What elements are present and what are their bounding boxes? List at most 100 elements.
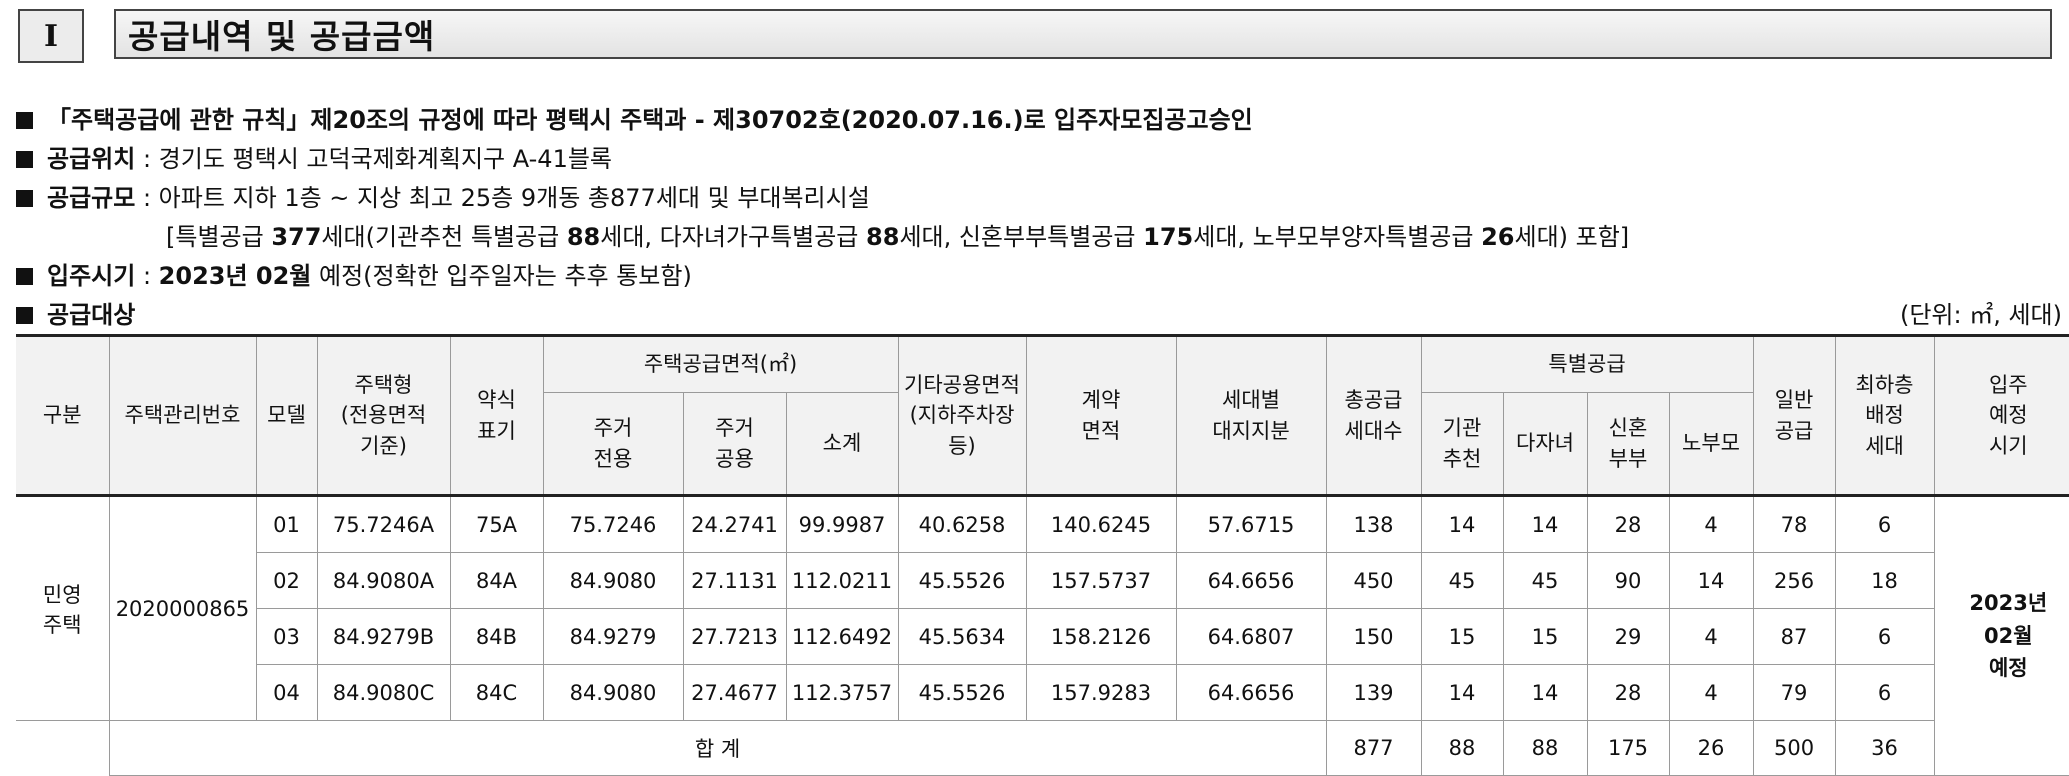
- scale-line: 공급규모 : 아파트 지하 1층 ~ 지상 최고 25층 9개동 총877세대 …: [16, 179, 2062, 218]
- cell-model: 04: [256, 664, 318, 721]
- square-bullet-icon: [16, 268, 33, 285]
- total-multi: 88: [1502, 720, 1588, 776]
- cell-elderly: 4: [1668, 494, 1754, 553]
- cell-subtotal: 112.6492: [785, 608, 899, 665]
- cell-abbr: 84A: [449, 552, 544, 609]
- move-in-cell: 2023년 02월 예정: [1933, 494, 2069, 776]
- cell-lowest: 6: [1834, 608, 1935, 665]
- cell-land: 57.6715: [1175, 494, 1327, 553]
- cell-lowest: 18: [1834, 552, 1935, 609]
- header-other-area: 기타공용면적 (지하주차장등): [897, 334, 1027, 496]
- cell-other: 45.5526: [897, 552, 1027, 609]
- cell-newlywed: 90: [1586, 552, 1670, 609]
- cell-contract: 140.6245: [1025, 494, 1177, 553]
- cell-abbr: 84C: [449, 664, 544, 721]
- header-category: 구분: [16, 334, 110, 496]
- target-line: 공급대상 (단위: ㎡, 세대): [16, 296, 2062, 335]
- location-line: 공급위치 : 경기도 평택시 고덕국제화계획지구 A-41블록: [16, 140, 2062, 179]
- category-cell: 민영 주택: [16, 494, 110, 721]
- header-elderly: 노부모: [1668, 392, 1754, 496]
- header-mgmt-no: 주택관리번호: [108, 334, 257, 496]
- cell-other: 40.6258: [897, 494, 1027, 553]
- unit-note: (단위: ㎡, 세대): [1899, 301, 2062, 329]
- cell-land: 64.6656: [1175, 664, 1327, 721]
- cell-general: 256: [1752, 552, 1836, 609]
- cell-type: 84.9279B: [316, 608, 451, 665]
- cell-multi: 14: [1502, 494, 1588, 553]
- cell-type: 84.9080C: [316, 664, 451, 721]
- cell-total: 138: [1325, 494, 1422, 553]
- cell-contract: 157.5737: [1025, 552, 1177, 609]
- approval-line: 「주택공급에 관한 규칙」제20조의 규정에 따라 평택시 주택과 - 제307…: [16, 101, 2062, 140]
- cell-general: 78: [1752, 494, 1836, 553]
- section-numeral: I: [18, 9, 84, 63]
- mgmt-no-cell: 2020000865: [108, 494, 257, 721]
- cell-elderly: 4: [1668, 664, 1754, 721]
- cell-type: 75.7246A: [316, 494, 451, 553]
- cell-model: 03: [256, 608, 318, 665]
- cell-newlywed: 28: [1586, 494, 1670, 553]
- header-newlywed: 신혼 부부: [1586, 392, 1670, 496]
- header-abbr: 약식 표기: [449, 334, 544, 496]
- header-type: 주택형 (전용면적 기준): [316, 334, 451, 496]
- cell-excl: 84.9080: [542, 552, 684, 609]
- cell-subtotal: 112.3757: [785, 664, 899, 721]
- cell-elderly: 14: [1668, 552, 1754, 609]
- total-label: 합 계: [108, 720, 1327, 776]
- cell-general: 79: [1752, 664, 1836, 721]
- header-land-share: 세대별 대지지분: [1175, 334, 1327, 496]
- square-bullet-icon: [16, 112, 33, 129]
- cell-excl: 75.7246: [542, 494, 684, 553]
- cell-total: 450: [1325, 552, 1422, 609]
- cell-type: 84.9080A: [316, 552, 451, 609]
- cell-subtotal: 112.0211: [785, 552, 899, 609]
- header-multi-child: 다자녀: [1502, 392, 1588, 496]
- cell-abbr: 84B: [449, 608, 544, 665]
- cell-common: 27.4677: [682, 664, 787, 721]
- header-move-in: 입주 예정 시기: [1933, 334, 2069, 496]
- total-lowest: 36: [1834, 720, 1935, 776]
- cell-total: 150: [1325, 608, 1422, 665]
- header-lowest-floor: 최하층 배정 세대: [1834, 334, 1935, 496]
- cell-common: 27.7213: [682, 608, 787, 665]
- cell-abbr: 75A: [449, 494, 544, 553]
- cell-multi: 15: [1502, 608, 1588, 665]
- special-supply-line: [특별공급 377세대(기관추천 특별공급 88세대, 다자녀가구특별공급 88…: [166, 223, 1630, 251]
- cell-general: 87: [1752, 608, 1836, 665]
- cell-newlywed: 28: [1586, 664, 1670, 721]
- section-title: 공급내역 및 공급금액: [114, 9, 2052, 59]
- cell-total: 139: [1325, 664, 1422, 721]
- header-subtotal: 소계: [785, 392, 899, 496]
- header-supply-area: 주택공급면적(㎡): [542, 334, 899, 393]
- cell-inst: 14: [1420, 494, 1504, 553]
- square-bullet-icon: [16, 307, 33, 324]
- cell-multi: 14: [1502, 664, 1588, 721]
- cell-model: 02: [256, 552, 318, 609]
- header-model: 모델: [255, 334, 318, 496]
- cell-model: 01: [255, 494, 318, 553]
- cell-subtotal: 99.9987: [785, 494, 899, 553]
- cell-lowest: 6: [1834, 664, 1935, 721]
- total-inst: 88: [1420, 720, 1504, 776]
- cell-lowest: 6: [1834, 494, 1935, 553]
- cell-excl: 84.9279: [542, 608, 684, 665]
- total-newlywed: 175: [1586, 720, 1670, 776]
- supply-table: 구분 주택관리번호 모델 주택형 (전용면적 기준) 약식 표기 주택공급면적(㎡) …: [16, 334, 2069, 776]
- cell-common: 24.2741: [682, 494, 787, 553]
- supply-info: 「주택공급에 관한 규칙」제20조의 규정에 따라 평택시 주택과 - 제307…: [16, 101, 2062, 335]
- header-contract-area: 계약 면적: [1025, 334, 1177, 496]
- cell-common: 27.1131: [682, 552, 787, 609]
- cell-inst: 14: [1420, 664, 1504, 721]
- header-special-supply: 특별공급: [1420, 334, 1754, 393]
- header-general: 일반 공급: [1752, 334, 1836, 496]
- cell-newlywed: 29: [1586, 608, 1670, 665]
- total-total: 877: [1325, 720, 1422, 776]
- cell-inst: 15: [1420, 608, 1504, 665]
- header-common: 주거 공용: [682, 392, 787, 496]
- square-bullet-icon: [16, 151, 33, 168]
- cell-elderly: 4: [1668, 608, 1754, 665]
- cell-excl: 84.9080: [542, 664, 684, 721]
- cell-multi: 45: [1502, 552, 1588, 609]
- total-general: 500: [1752, 720, 1836, 776]
- cell-land: 64.6656: [1175, 552, 1327, 609]
